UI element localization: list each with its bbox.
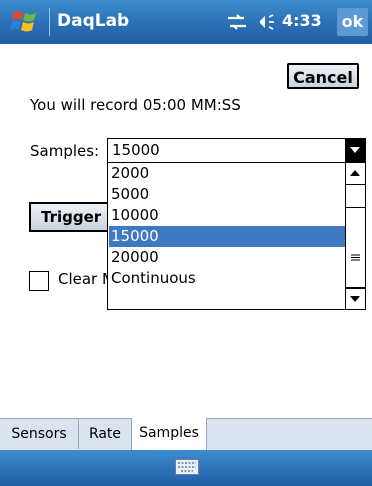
tab-sensors[interactable]: Sensors — [0, 419, 79, 449]
tab-rate[interactable]: Rate — [79, 419, 132, 449]
samples-selected-value: 15000 — [112, 141, 160, 159]
dropdown-option[interactable]: 5000 — [109, 184, 347, 205]
samples-dropdown[interactable]: 15000 — [107, 138, 366, 163]
dropdown-option[interactable]: 2000 — [109, 163, 347, 184]
scroll-down-icon[interactable] — [346, 287, 365, 309]
connectivity-icon[interactable] — [226, 13, 248, 31]
bottom-bar — [0, 450, 372, 486]
grip-icon — [351, 254, 360, 261]
dropdown-option[interactable]: 20000 — [109, 247, 347, 268]
ok-button[interactable]: ok — [337, 8, 368, 36]
windows-start-icon[interactable] — [10, 7, 40, 37]
clock[interactable]: 4:33 — [282, 11, 322, 30]
app-title: DaqLab — [57, 11, 130, 31]
dropdown-scrollbar[interactable] — [345, 163, 365, 309]
samples-dropdown-list[interactable]: 2000 5000 10000 15000 20000 Continuous — [107, 162, 366, 310]
scroll-thumb[interactable] — [346, 207, 365, 289]
samples-label: Samples: — [30, 142, 100, 160]
dropdown-option[interactable]: 10000 — [109, 205, 347, 226]
cancel-button[interactable]: Cancel — [287, 63, 359, 89]
keyboard-icon[interactable] — [175, 459, 199, 475]
tab-bar: Sensors Rate Samples — [0, 418, 372, 451]
clear-checkbox[interactable] — [29, 271, 49, 291]
scroll-up-icon[interactable] — [346, 163, 365, 185]
speaker-icon[interactable] — [258, 14, 276, 30]
title-bar: DaqLab 4:33 ok — [0, 0, 372, 44]
title-separator — [49, 8, 50, 36]
tab-samples[interactable]: Samples — [131, 418, 207, 450]
dropdown-option-selected[interactable]: 15000 — [109, 226, 347, 247]
record-duration-text: You will record 05:00 MM:SS — [30, 96, 241, 114]
dropdown-option[interactable]: Continuous — [109, 268, 347, 289]
dropdown-arrow-icon[interactable] — [345, 139, 365, 162]
